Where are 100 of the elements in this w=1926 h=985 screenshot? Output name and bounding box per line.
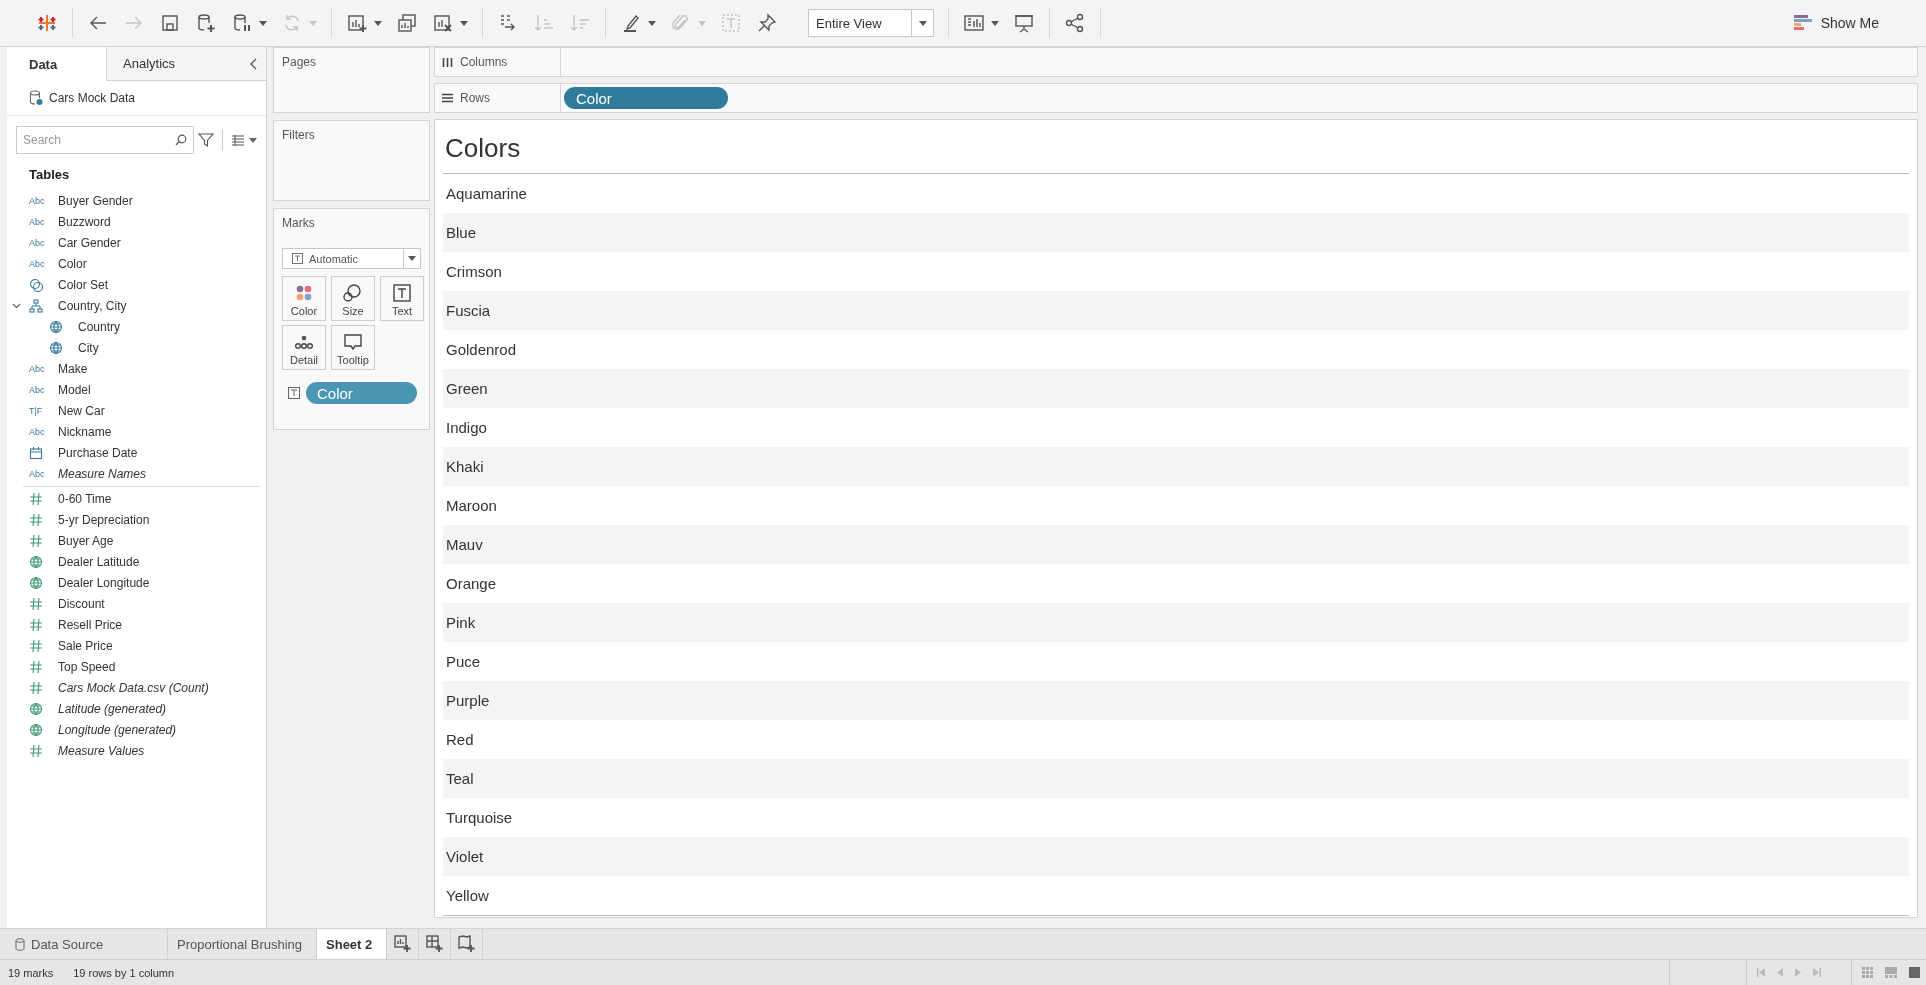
- new-worksheet-icon[interactable]: [393, 935, 412, 953]
- field-name[interactable]: 0-60 Time: [58, 491, 112, 506]
- field-name[interactable]: Dealer Latitude: [58, 554, 140, 569]
- mark-card-button[interactable]: Detail: [282, 325, 326, 370]
- field-name[interactable]: 5-yr Depreciation: [58, 512, 150, 527]
- globe-icon: [49, 319, 63, 334]
- calendar-icon: [29, 445, 43, 460]
- field-name[interactable]: Country: [78, 319, 121, 334]
- field-name[interactable]: Country, City: [58, 298, 127, 313]
- table-row: Violet: [443, 837, 1909, 876]
- type-label: Abc: [29, 237, 46, 248]
- field-name[interactable]: Purchase Date: [58, 445, 138, 460]
- table-row-text: Turquoise: [445, 808, 514, 828]
- filter-icon[interactable]: [198, 132, 214, 148]
- number-icon: [29, 680, 43, 695]
- sheet-tab[interactable]: Sheet 2: [317, 929, 388, 959]
- cards-icon[interactable]: [963, 12, 985, 34]
- caret-icon[interactable]: [249, 137, 257, 143]
- field-name[interactable]: Model: [58, 382, 91, 397]
- logo-icon[interactable]: [36, 12, 58, 34]
- card-title: Pages: [282, 55, 318, 69]
- table-row-text: Orange: [445, 574, 498, 594]
- caret-icon[interactable]: [918, 20, 927, 26]
- field-name[interactable]: Cars Mock Data.csv (Count): [58, 680, 209, 695]
- table-size: 19 rows by 1 column: [73, 966, 175, 979]
- chart-x-icon[interactable]: [432, 12, 454, 34]
- search-icon: [175, 134, 187, 146]
- datasource-name[interactable]: Cars Mock Data: [49, 91, 136, 105]
- mark-card-button[interactable]: Text: [380, 276, 424, 321]
- number-icon: [29, 617, 43, 632]
- number-icon: [29, 638, 43, 653]
- shelf-label: Rows: [460, 91, 490, 105]
- field-name[interactable]: Measure Names: [58, 466, 147, 481]
- show-me-button[interactable]: Show Me: [1792, 13, 1879, 33]
- number-icon: [29, 533, 43, 548]
- new-dashboard-icon[interactable]: [425, 935, 444, 953]
- field-name[interactable]: Buzzword: [58, 214, 111, 229]
- caret-icon[interactable]: [648, 20, 656, 26]
- card-title: Filters: [282, 128, 316, 142]
- chevron-left-icon[interactable]: [250, 57, 258, 70]
- size-circles-icon: [343, 284, 363, 302]
- mark-type-dropdown[interactable]: Automatic: [282, 248, 421, 269]
- number-icon: [29, 491, 43, 506]
- field-name[interactable]: Buyer Age: [58, 533, 114, 548]
- globe-icon: [29, 575, 43, 590]
- fit-dropdown[interactable]: Entire View: [808, 9, 934, 37]
- chart-plus-icon[interactable]: [346, 12, 368, 34]
- columns-icon: [442, 57, 453, 67]
- caret-icon[interactable]: [408, 256, 416, 261]
- globe-icon: [29, 722, 43, 737]
- table-row-text: Crimson: [445, 262, 503, 282]
- field-name[interactable]: Top Speed: [58, 659, 116, 674]
- database-icon: [29, 90, 43, 106]
- field-name[interactable]: Color: [58, 256, 87, 271]
- shelf-label: Columns: [460, 55, 508, 69]
- field-name[interactable]: Make: [58, 361, 88, 376]
- number-icon: [29, 512, 43, 527]
- pane-tab[interactable]: Analytics: [106, 47, 250, 81]
- caret-icon[interactable]: [374, 20, 382, 26]
- globe-icon: [29, 701, 43, 716]
- table-row: Purple: [443, 681, 1909, 720]
- type-label: Abc: [29, 195, 46, 206]
- field-name[interactable]: City: [78, 340, 99, 355]
- field-name[interactable]: Car Gender: [58, 235, 121, 250]
- field-name[interactable]: Dealer Longitude: [58, 575, 150, 590]
- mark-card-button[interactable]: Color: [282, 276, 326, 321]
- color-dots-icon: [294, 284, 314, 302]
- table-row-text: Maroon: [445, 496, 498, 516]
- search-field[interactable]: Search: [16, 126, 194, 154]
- new-story-icon[interactable]: [457, 935, 476, 953]
- number-icon: [29, 743, 43, 758]
- caret-icon[interactable]: [460, 20, 468, 26]
- field-name[interactable]: Discount: [58, 596, 105, 611]
- dots-icon: [294, 333, 314, 351]
- field-name[interactable]: Sale Price: [58, 638, 113, 653]
- database-pause-icon[interactable]: [231, 12, 253, 34]
- number-icon: [29, 659, 43, 674]
- field-name[interactable]: Nickname: [58, 424, 112, 439]
- mark-card-button[interactable]: Size: [331, 276, 375, 321]
- field-name[interactable]: Longitude (generated): [58, 722, 177, 737]
- field-name[interactable]: Resell Price: [58, 617, 123, 632]
- card-title: Marks: [282, 216, 316, 230]
- field-name[interactable]: Color Set: [58, 277, 109, 292]
- field-name[interactable]: Latitude (generated): [58, 701, 167, 716]
- mark-card-button[interactable]: Tooltip: [331, 325, 375, 370]
- type-label: T|F: [29, 405, 44, 416]
- list-icon[interactable]: [231, 134, 245, 146]
- table-row: Teal: [443, 759, 1909, 798]
- number-icon: [29, 596, 43, 611]
- caret-icon[interactable]: [259, 20, 267, 26]
- caret-icon[interactable]: [991, 20, 999, 26]
- text-box-icon: [288, 387, 300, 399]
- field-name[interactable]: New Car: [58, 403, 105, 418]
- field-name[interactable]: Measure Values: [58, 743, 145, 758]
- rows-icon: [442, 93, 453, 103]
- field-pill[interactable]: Color: [564, 87, 728, 109]
- hierarchy-icon: [29, 298, 43, 313]
- chevron-down-icon[interactable]: [12, 301, 21, 310]
- field-name[interactable]: Buyer Gender: [58, 193, 133, 208]
- type-label: Abc: [29, 426, 46, 437]
